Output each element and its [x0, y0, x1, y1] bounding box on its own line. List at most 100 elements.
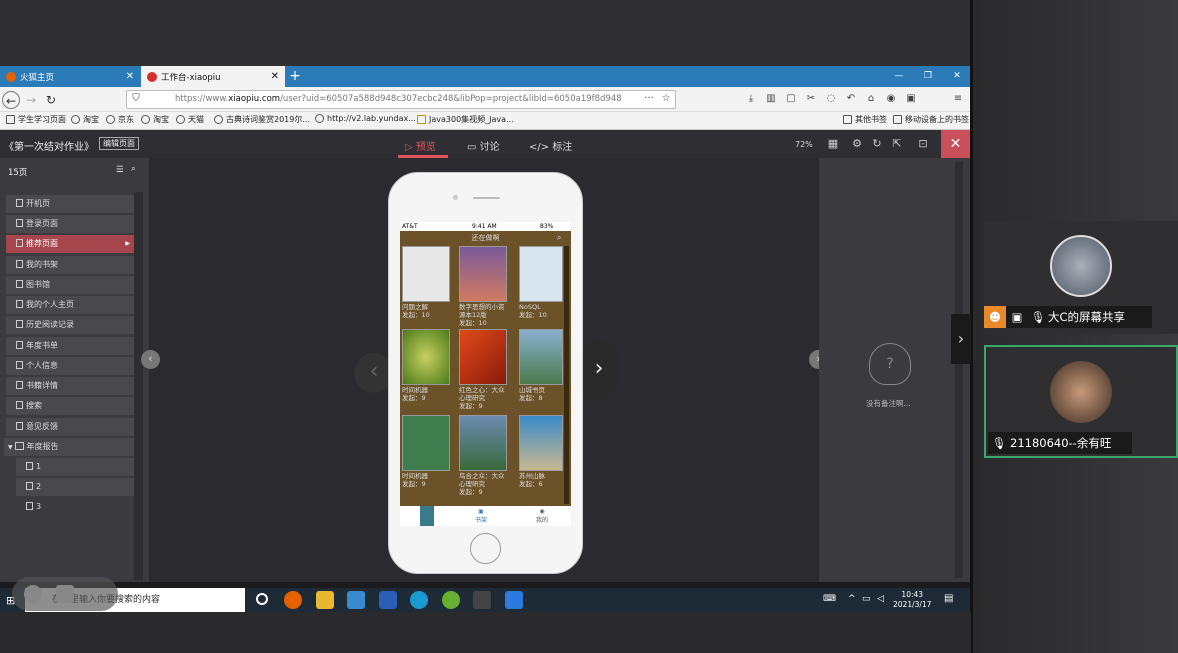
bookmark-item[interactable]: 学生学习页面	[6, 114, 66, 125]
settings-icon[interactable]: ⚙	[850, 137, 864, 151]
close-icon[interactable]: ✕	[126, 71, 134, 82]
edit-page-button[interactable]: 编辑页面	[99, 137, 139, 150]
sidebar-item[interactable]: 我的书架	[6, 256, 134, 274]
tab-annotate[interactable]: </> 标注	[529, 138, 572, 153]
phone-next-arrow[interactable]: ›	[579, 340, 619, 400]
notes-scrollbar[interactable]	[955, 162, 963, 578]
menu-icon[interactable]: ≡	[952, 93, 964, 105]
sidebar-item[interactable]: 书籍详情	[6, 377, 134, 395]
undo-icon[interactable]: ↶	[845, 93, 857, 105]
taskbar-clock[interactable]: 10:43 2021/3/17	[893, 590, 931, 610]
sidebar-item[interactable]: 意见反馈	[6, 418, 134, 436]
bookmark-item[interactable]: 淘宝	[141, 114, 169, 125]
firefox-icon[interactable]	[284, 591, 302, 609]
share-icon[interactable]: ⇱	[890, 137, 904, 151]
restore-button[interactable]: ❐	[913, 66, 943, 87]
prev-page-button[interactable]: ‹	[141, 350, 160, 369]
sidebar-item[interactable]: 推荐页面 ▶	[6, 235, 134, 253]
book-card[interactable]: 时间机器 发起：9	[402, 415, 450, 488]
back-icon[interactable]: ←	[2, 91, 20, 109]
book-card[interactable]: 山城书页 发起：8	[519, 329, 563, 402]
refresh-icon[interactable]: ↻	[870, 137, 884, 151]
network-icon[interactable]: ▭	[862, 594, 871, 604]
nav-bookshelf[interactable]: ▣ 书架	[475, 508, 487, 524]
account-icon[interactable]: ◉	[885, 93, 897, 105]
book-card[interactable]: 鸟合之众：大众心理研究 发起：9	[459, 415, 507, 496]
bookmark-item[interactable]: 京东	[106, 114, 134, 125]
reload-icon[interactable]: ↻	[42, 91, 60, 109]
book-card[interactable]: NoSQL 发起：10	[519, 246, 563, 319]
star-icon[interactable]: ☆	[660, 93, 672, 105]
sort-icon[interactable]: ☰	[116, 165, 124, 175]
volume-icon[interactable]: ◁	[877, 594, 884, 604]
meeting-app-icon[interactable]	[505, 591, 523, 609]
sidebar-item[interactable]: 登录页面	[6, 215, 134, 233]
bookmark-item[interactable]: http://v2.lab.yundax...	[315, 114, 416, 123]
tab-firefox-home[interactable]: 火狐主页 ✕	[0, 66, 140, 87]
sidebar-item[interactable]: 我的个人主页	[6, 296, 134, 314]
phone-scrollbar[interactable]	[564, 246, 569, 504]
sidebar-item[interactable]: 历史阅读记录	[6, 316, 134, 334]
close-icon[interactable]: ✕	[271, 71, 279, 82]
close-preview-button[interactable]: ✕	[941, 130, 970, 158]
zoom-level[interactable]: 72%	[795, 140, 813, 149]
edge-icon[interactable]	[410, 591, 428, 609]
screenshot-icon[interactable]: ✂	[805, 93, 817, 105]
sidebar-folder[interactable]: ▼ 年度报告	[4, 438, 134, 456]
book-card[interactable]: 问题之解 发起：10	[402, 246, 450, 319]
library-icon[interactable]: ▥	[765, 93, 777, 105]
input-method-icon[interactable]: ⌨	[823, 594, 836, 604]
chat-icon[interactable]: ◌	[825, 93, 837, 105]
sidebar-item[interactable]: 搜索	[6, 397, 134, 415]
bookmark-item[interactable]: 古典诗词鉴赏2019尔...	[214, 114, 310, 125]
book-card[interactable]: 苏州山脉 发起：6	[519, 415, 563, 488]
panel-toggle-button[interactable]: ›	[951, 314, 971, 364]
nav-mine[interactable]: ◉ 我的	[536, 508, 548, 524]
app-icon[interactable]	[442, 591, 460, 609]
tray-chevron-icon[interactable]: ^	[848, 594, 856, 604]
screen-share-tile[interactable]: ☻ ▣ 🎙 大C的屏幕共享	[984, 221, 1178, 334]
participant-tile[interactable]: 🎙 21180640--余有旺	[984, 345, 1178, 458]
bookmark-item[interactable]: Java300集视频_Java...	[417, 114, 514, 125]
minimize-button[interactable]: —	[884, 66, 914, 87]
other-bookmarks[interactable]: 其他书签	[843, 114, 887, 125]
sidebar-item[interactable]: 图书馆	[6, 276, 134, 294]
tab-discuss[interactable]: ▭ 讨论	[467, 138, 500, 153]
search-icon[interactable]: ⌕	[557, 233, 561, 243]
book-card[interactable]: 时间机器 发起：9	[402, 329, 450, 402]
book-card[interactable]: 数字思想的小资源本12版 发起：10	[459, 246, 507, 327]
url-bar[interactable]: https://www.xiaopiu.com/user?uid=60507a5…	[126, 90, 676, 109]
sidebar-item[interactable]: 1	[16, 458, 134, 476]
extension-icon[interactable]: ▣	[905, 93, 917, 105]
sidebar-item[interactable]: 2	[16, 478, 134, 496]
file-explorer-icon[interactable]	[316, 591, 334, 609]
more-icon[interactable]: ···	[643, 93, 655, 105]
word-icon[interactable]	[379, 591, 397, 609]
sidebar-item[interactable]: 个人信息	[6, 357, 134, 375]
mobile-bookmarks[interactable]: 移动设备上的书签	[893, 114, 969, 125]
search-icon[interactable]: ⌕	[131, 164, 136, 174]
bookmark-item[interactable]: 天猫	[176, 114, 204, 125]
sidebar-scrollbar[interactable]	[134, 192, 143, 580]
task-view-icon[interactable]	[256, 593, 268, 605]
store-icon[interactable]	[347, 591, 365, 609]
nav-home-icon[interactable]	[420, 506, 434, 526]
sidebar-item[interactable]: 年度书单	[6, 337, 134, 355]
sidebar-item[interactable]: 开机页	[6, 195, 134, 213]
download-icon[interactable]: ⤓	[745, 93, 757, 105]
window-close-button[interactable]: ✕	[942, 66, 972, 87]
media-icon[interactable]	[473, 591, 491, 609]
tab-preview[interactable]: ▷ 预览	[405, 138, 436, 153]
bookmark-item[interactable]: 淘宝	[71, 114, 99, 125]
book-card[interactable]: 红色之心：大众心理研究 发起：9	[459, 329, 507, 410]
home-icon[interactable]: ⌂	[865, 93, 877, 105]
shield-icon[interactable]: ⛉	[130, 93, 142, 105]
forward-icon[interactable]: →	[22, 91, 40, 109]
floating-toolbar[interactable]	[12, 577, 118, 611]
sidebar-item[interactable]: 3	[16, 498, 134, 516]
sidebar-icon[interactable]: ▢	[785, 93, 797, 105]
tab-xiaopiu[interactable]: 工作台-xiaopiu ✕	[141, 66, 285, 87]
fullscreen-icon[interactable]: ⊡	[916, 137, 930, 151]
new-tab-button[interactable]: +	[288, 66, 302, 87]
grid-icon[interactable]: ▦	[826, 137, 840, 151]
